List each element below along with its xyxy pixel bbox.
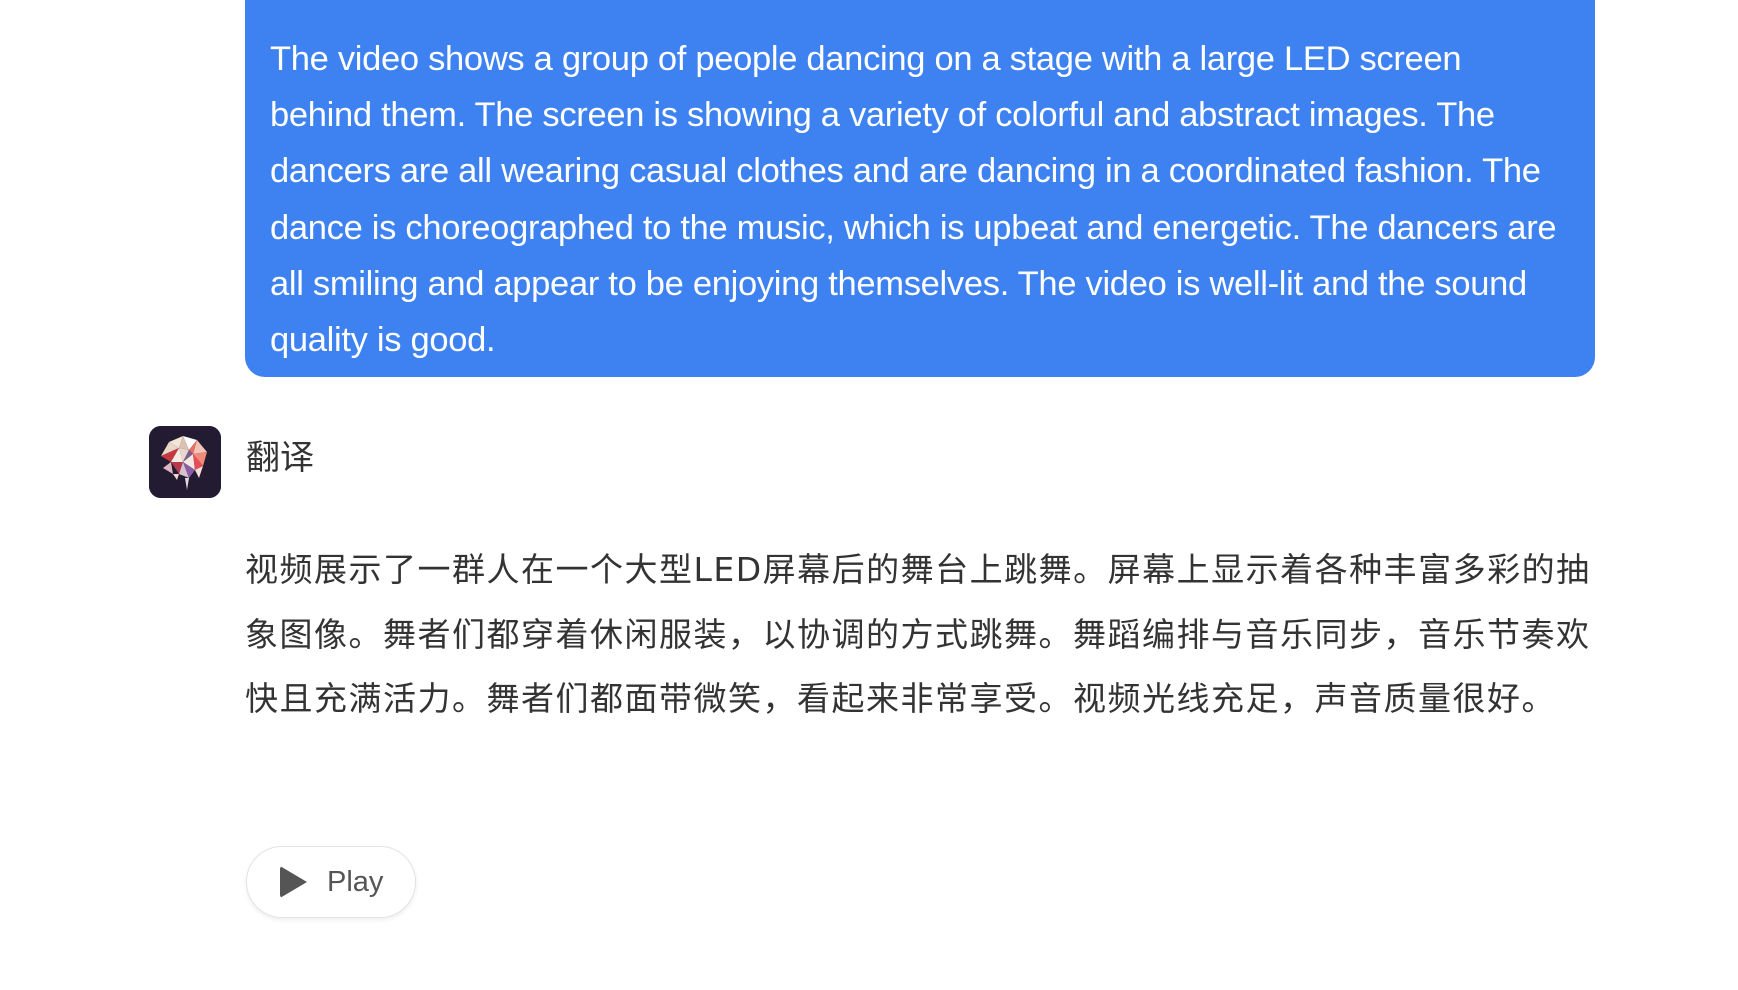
play-icon [280, 866, 307, 898]
user-message-text: The video shows a group of people dancin… [270, 40, 1557, 360]
user-message-bubble: The video shows a group of people dancin… [245, 0, 1595, 377]
play-button[interactable]: Play [246, 846, 416, 918]
polygon-brain-icon [149, 426, 221, 498]
bot-message-text: 视频展示了一群人在一个大型LED屏幕后的舞台上跳舞。屏幕上显示着各种丰富多彩的抽… [245, 550, 1591, 718]
bot-name: 翻译 [246, 438, 314, 478]
bot-avatar [149, 426, 221, 498]
play-button-label: Play [327, 865, 384, 898]
